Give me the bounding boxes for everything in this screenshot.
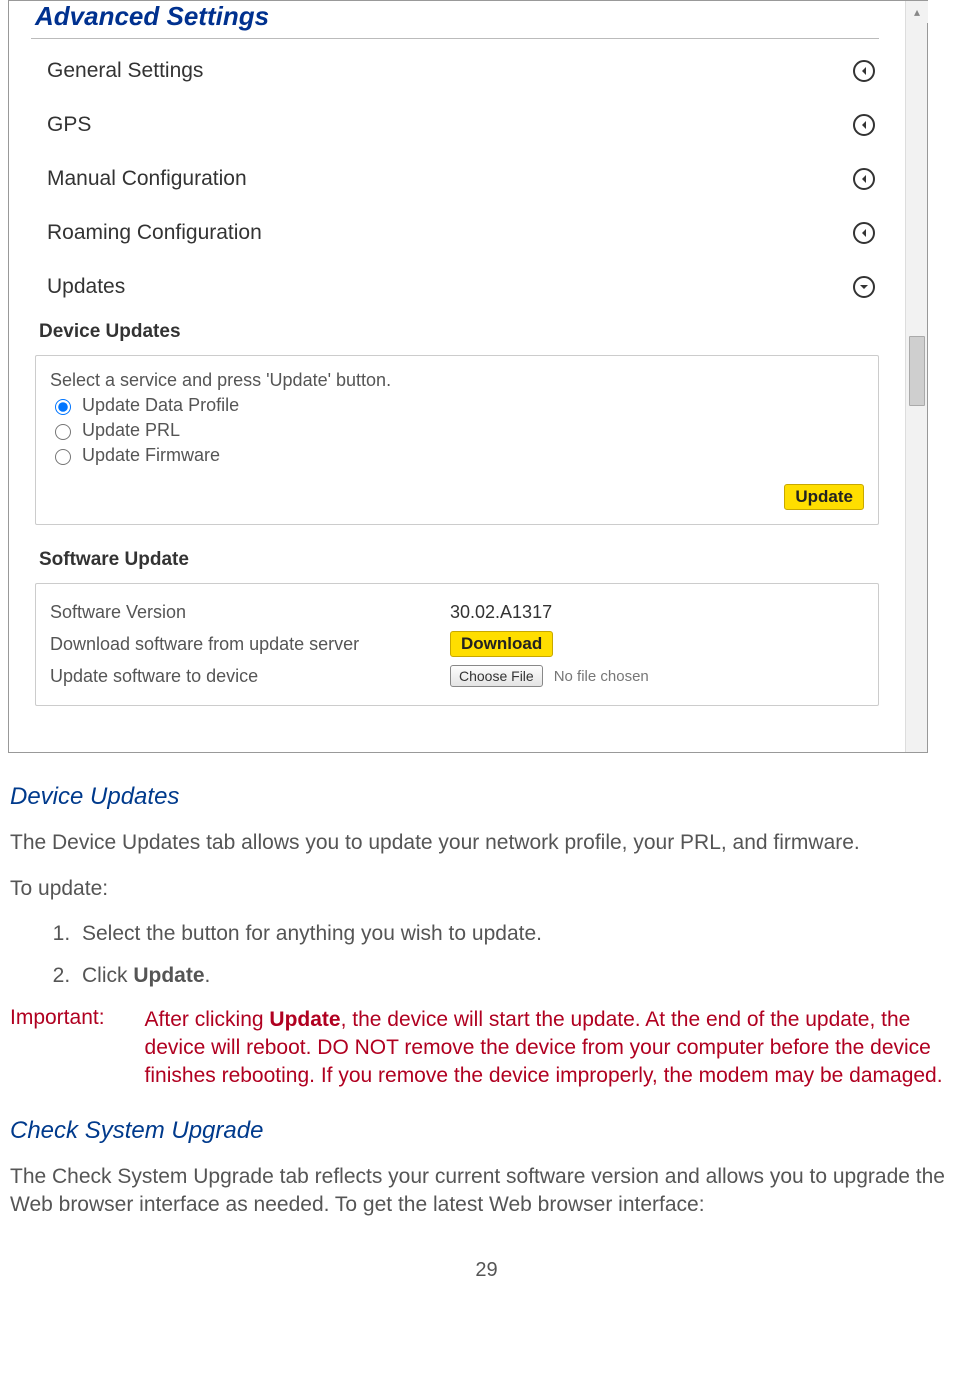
radio-update-data-profile[interactable]: Update Data Profile: [50, 395, 864, 416]
device-updates-panel: Select a service and press 'Update' butt…: [35, 355, 879, 525]
no-file-chosen-text: No file chosen: [554, 668, 649, 685]
menu-item-general-settings[interactable]: General Settings: [35, 43, 879, 97]
scroll-up-arrow-icon[interactable]: ▴: [906, 1, 928, 23]
document-body: Device Updates The Device Updates tab al…: [0, 753, 973, 1282]
important-text: After clicking Update, the device will s…: [145, 1006, 963, 1091]
software-version-value: 30.02.A1317: [450, 602, 552, 623]
scrollbar-track[interactable]: ▴: [905, 1, 927, 752]
list-item: Select the button for anything you wish …: [76, 922, 963, 946]
doc-paragraph: The Check System Upgrade tab reflects yo…: [10, 1163, 963, 1220]
radio-label: Update Data Profile: [82, 395, 239, 416]
menu-item-label: Roaming Configuration: [47, 221, 262, 245]
menu-item-label: GPS: [47, 113, 91, 137]
radio-input[interactable]: [55, 399, 71, 415]
menu-item-updates[interactable]: Updates: [35, 259, 879, 313]
radio-label: Update PRL: [82, 420, 180, 441]
chevron-left-icon: [853, 168, 875, 190]
download-software-label: Download software from update server: [50, 634, 450, 655]
software-update-title: Software Update: [35, 541, 879, 579]
radio-input[interactable]: [55, 424, 71, 440]
list-item: Click Update.: [76, 964, 963, 988]
radio-update-firmware[interactable]: Update Firmware: [50, 445, 864, 466]
important-label: Important:: [10, 1006, 105, 1091]
settings-screenshot: ▴ Advanced Settings General Settings GPS…: [8, 0, 928, 753]
menu-item-label: General Settings: [47, 59, 203, 83]
chevron-left-icon: [853, 222, 875, 244]
important-text-pre: After clicking: [145, 1008, 270, 1031]
doc-heading-device-updates: Device Updates: [10, 783, 963, 811]
doc-paragraph: The Device Updates tab allows you to upd…: [10, 829, 963, 857]
doc-heading-check-system-upgrade: Check System Upgrade: [10, 1117, 963, 1145]
doc-ordered-list: Select the button for anything you wish …: [10, 922, 963, 988]
chevron-left-icon: [853, 60, 875, 82]
page-title: Advanced Settings: [31, 1, 879, 39]
chevron-down-icon: [853, 276, 875, 298]
menu-item-gps[interactable]: GPS: [35, 97, 879, 151]
menu-item-roaming-configuration[interactable]: Roaming Configuration: [35, 205, 879, 259]
scrollbar-thumb[interactable]: [909, 336, 925, 406]
bold-text: Update: [269, 1008, 340, 1031]
device-updates-instruction: Select a service and press 'Update' butt…: [50, 370, 864, 391]
doc-paragraph: To update:: [10, 875, 963, 903]
download-button[interactable]: Download: [450, 631, 553, 657]
menu-item-label: Updates: [47, 275, 125, 299]
radio-input[interactable]: [55, 449, 71, 465]
bold-text: Update: [133, 964, 204, 987]
menu-item-label: Manual Configuration: [47, 167, 247, 191]
radio-update-prl[interactable]: Update PRL: [50, 420, 864, 441]
device-updates-title: Device Updates: [35, 313, 879, 351]
software-version-label: Software Version: [50, 602, 450, 623]
update-button[interactable]: Update: [784, 484, 864, 510]
software-update-panel: Software Version 30.02.A1317 Download so…: [35, 583, 879, 706]
update-to-device-label: Update software to device: [50, 666, 450, 687]
chevron-left-icon: [853, 114, 875, 136]
important-note: Important: After clicking Update, the de…: [10, 1006, 963, 1091]
choose-file-button[interactable]: Choose File: [450, 665, 543, 687]
page-number: 29: [10, 1259, 963, 1282]
radio-label: Update Firmware: [82, 445, 220, 466]
menu-item-manual-configuration[interactable]: Manual Configuration: [35, 151, 879, 205]
